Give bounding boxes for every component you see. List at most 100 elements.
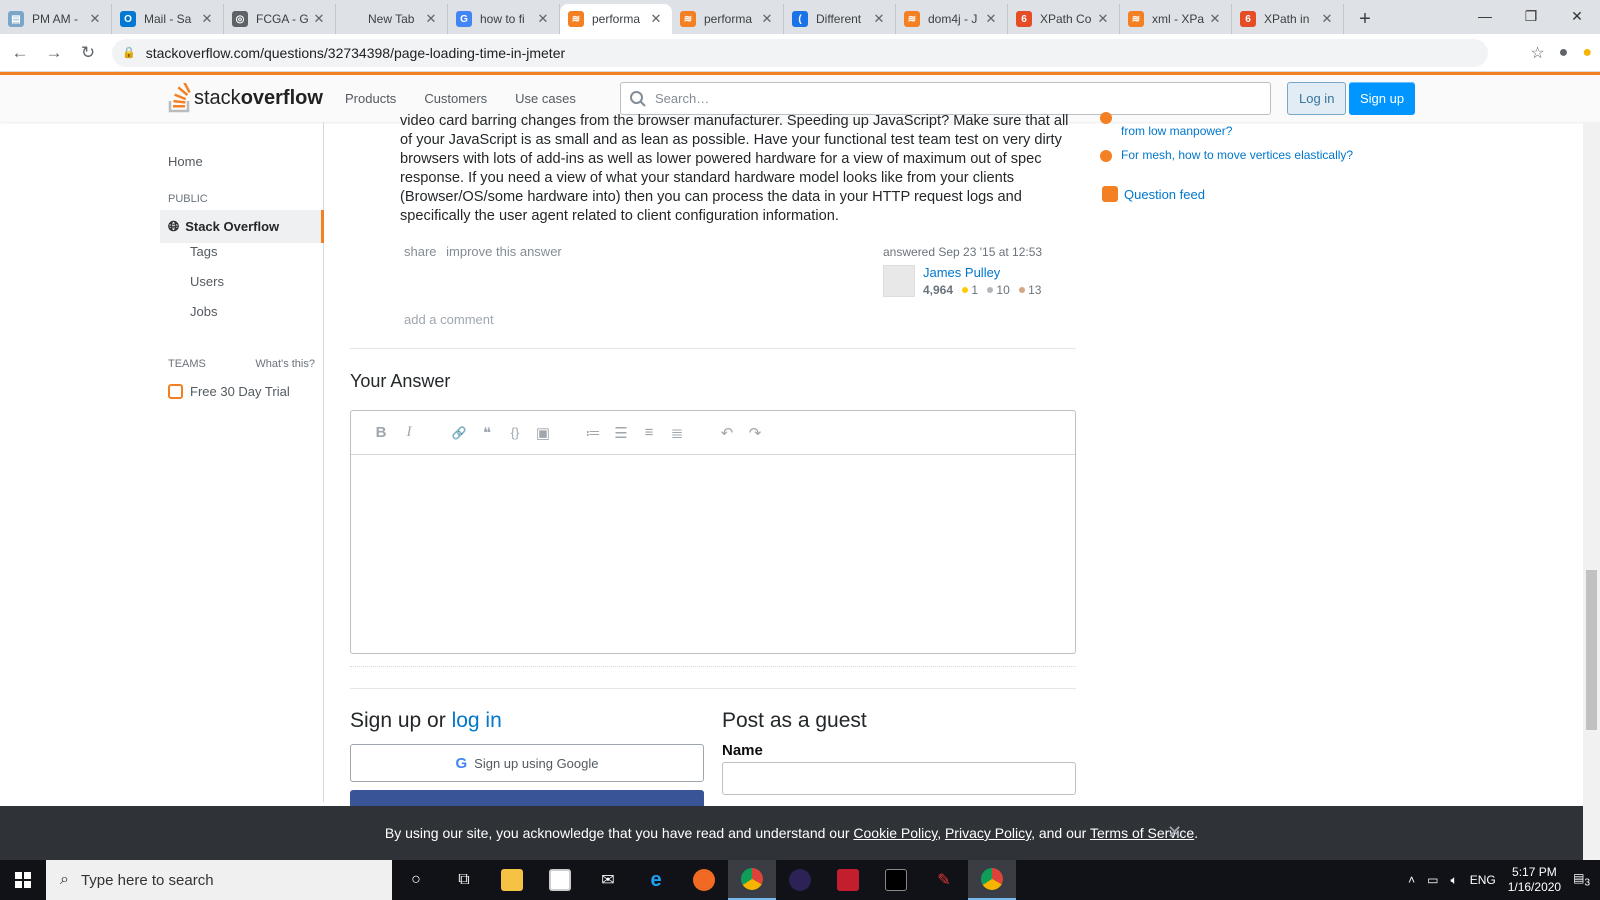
file-explorer-icon[interactable] <box>488 860 536 900</box>
network-icon[interactable]: ▭ <box>1427 873 1438 887</box>
hot-question-link[interactable]: For mesh, how to move vertices elastical… <box>1121 148 1353 162</box>
close-tab-icon[interactable]: ✕ <box>311 11 327 27</box>
login-link[interactable]: log in <box>452 709 502 732</box>
image-icon[interactable]: ▣ <box>529 424 557 442</box>
browser-tab[interactable]: 6 XPath in ✕ <box>1232 4 1344 34</box>
whats-this-link[interactable]: What's this? <box>255 358 315 370</box>
name-field[interactable] <box>722 762 1076 795</box>
blockquote-icon[interactable]: ❝ <box>473 424 501 442</box>
numbered-list-icon[interactable]: ≔ <box>579 424 607 442</box>
signup-button[interactable]: Sign up <box>1349 82 1416 115</box>
improve-answer-link[interactable]: improve this answer <box>446 244 562 259</box>
close-tab-icon[interactable]: ✕ <box>759 11 775 27</box>
redo-icon[interactable]: ↷ <box>741 424 769 442</box>
chrome-icon-2[interactable] <box>968 860 1016 900</box>
browser-tab[interactable]: Ghow to fi ✕ <box>448 4 560 34</box>
add-comment-link[interactable]: add a comment <box>404 312 494 327</box>
close-icon[interactable]: ✕ <box>1167 822 1182 843</box>
new-tab-button[interactable]: + <box>1350 4 1380 34</box>
app-orange-icon[interactable] <box>680 860 728 900</box>
nav-customers[interactable]: Customers <box>414 85 497 112</box>
scrollbar-thumb[interactable] <box>1586 570 1597 730</box>
bookmark-star-icon[interactable]: ☆ <box>1530 43 1544 63</box>
close-tab-icon[interactable]: ✕ <box>1319 11 1335 27</box>
close-tab-icon[interactable]: ✕ <box>1095 11 1111 27</box>
close-tab-icon[interactable]: ✕ <box>199 11 215 27</box>
user-name-link[interactable]: James Pulley <box>923 265 1041 280</box>
close-tab-icon[interactable]: ✕ <box>535 11 551 27</box>
pen-app-icon[interactable]: ✎ <box>920 860 968 900</box>
close-tab-icon[interactable]: ✕ <box>423 11 439 27</box>
avatar[interactable] <box>883 265 915 297</box>
bold-icon[interactable]: B <box>367 424 395 441</box>
share-link[interactable]: share <box>404 244 437 259</box>
nav-products[interactable]: Products <box>335 85 406 112</box>
heading-icon[interactable]: ≡ <box>635 424 663 441</box>
nav-use-cases[interactable]: Use cases <box>505 85 586 112</box>
minimize-button[interactable]: — <box>1462 0 1508 32</box>
horizontal-rule-icon[interactable]: ≣ <box>663 424 691 442</box>
browser-tab[interactable]: (Different ✕ <box>784 4 896 34</box>
terminal-icon[interactable] <box>872 860 920 900</box>
taskbar-search-input[interactable]: ⌕ Type here to search <box>46 860 392 900</box>
sidebar-item-tags[interactable]: Tags <box>190 244 217 259</box>
ie-icon[interactable]: e <box>632 860 680 900</box>
browser-tab[interactable]: ≋ xml - XPa ✕ <box>1120 4 1232 34</box>
close-tab-icon[interactable]: ✕ <box>648 11 664 27</box>
store-icon[interactable] <box>536 860 584 900</box>
chrome-icon[interactable] <box>728 860 776 900</box>
code-icon[interactable]: {} <box>501 425 529 440</box>
close-tab-icon[interactable]: ✕ <box>983 11 999 27</box>
language-indicator[interactable]: ENG <box>1470 873 1496 887</box>
forward-button[interactable]: → <box>40 39 68 67</box>
login-button[interactable]: Log in <box>1287 82 1347 115</box>
cortana-icon[interactable]: ○ <box>392 860 440 900</box>
jmeter-icon[interactable] <box>824 860 872 900</box>
task-view-icon[interactable]: ⧉ <box>440 860 488 900</box>
close-tab-icon[interactable]: ✕ <box>1207 11 1223 27</box>
close-window-button[interactable]: ✕ <box>1554 0 1600 32</box>
page-scrollbar[interactable] <box>1583 122 1600 860</box>
chevron-up-icon[interactable]: ˄ <box>1408 873 1415 887</box>
back-button[interactable]: ← <box>6 39 34 67</box>
sidebar-item-users[interactable]: Users <box>190 274 224 289</box>
tab-favicon-icon: ≋ <box>1128 11 1144 27</box>
browser-tab[interactable]: New Tab ✕ <box>336 4 448 34</box>
sidebar-item-stack-overflow[interactable]: 🌐︎ Stack Overflow <box>160 210 324 243</box>
link-icon[interactable]: 🔗 <box>445 426 473 440</box>
question-feed-link[interactable]: Question feed <box>1102 186 1205 202</box>
start-button[interactable] <box>0 860 46 900</box>
update-alert-icon[interactable]: ● <box>1582 44 1592 62</box>
close-tab-icon[interactable]: ✕ <box>871 11 887 27</box>
browser-tab[interactable]: ≋ performa ✕ <box>672 4 784 34</box>
browser-tab[interactable]: ◎ FCGA - G ✕ <box>224 4 336 34</box>
browser-tab[interactable]: ▤ PM AM - ✕ <box>0 4 112 34</box>
undo-icon[interactable]: ↶ <box>713 424 741 442</box>
privacy-policy-link[interactable]: Privacy Policy <box>945 825 1031 841</box>
notifications-icon[interactable]: ▤3 <box>1573 871 1590 888</box>
hot-question-link[interactable]: from low manpower? <box>1121 124 1232 138</box>
answer-textarea[interactable] <box>351 455 1075 653</box>
browser-tab[interactable]: O Mail - Sa ✕ <box>112 4 224 34</box>
browser-tab[interactable]: ≋ performa ✕ <box>560 4 672 34</box>
site-search-input[interactable]: Search… <box>620 82 1271 115</box>
google-signup-button[interactable]: G Sign up using Google <box>350 744 704 782</box>
volume-icon[interactable]: 🔈︎ <box>1450 873 1457 888</box>
browser-tab[interactable]: 6 XPath Co ✕ <box>1008 4 1120 34</box>
close-tab-icon[interactable]: ✕ <box>87 11 103 27</box>
cookie-policy-link[interactable]: Cookie Policy <box>853 825 937 841</box>
sidebar-item-jobs[interactable]: Jobs <box>190 304 217 319</box>
restore-button[interactable]: ❐ <box>1508 0 1554 32</box>
stackoverflow-logo[interactable]: stack overflow <box>168 83 323 113</box>
italic-icon[interactable]: I <box>395 424 423 441</box>
mail-icon[interactable]: ✉ <box>584 860 632 900</box>
sidebar-item-home[interactable]: Home <box>168 154 203 169</box>
free-trial-link[interactable]: Free 30 Day Trial <box>168 384 290 399</box>
profile-icon[interactable]: ● <box>1559 44 1569 62</box>
reload-button[interactable]: ↻ <box>74 39 102 67</box>
eclipse-icon[interactable] <box>776 860 824 900</box>
browser-tab[interactable]: ≋ dom4j - J ✕ <box>896 4 1008 34</box>
url-field[interactable]: 🔒 stackoverflow.com/questions/32734398/p… <box>112 38 1488 67</box>
clock[interactable]: 5:17 PM 1/16/2020 <box>1508 865 1561 895</box>
bulleted-list-icon[interactable]: ☰ <box>607 424 635 442</box>
